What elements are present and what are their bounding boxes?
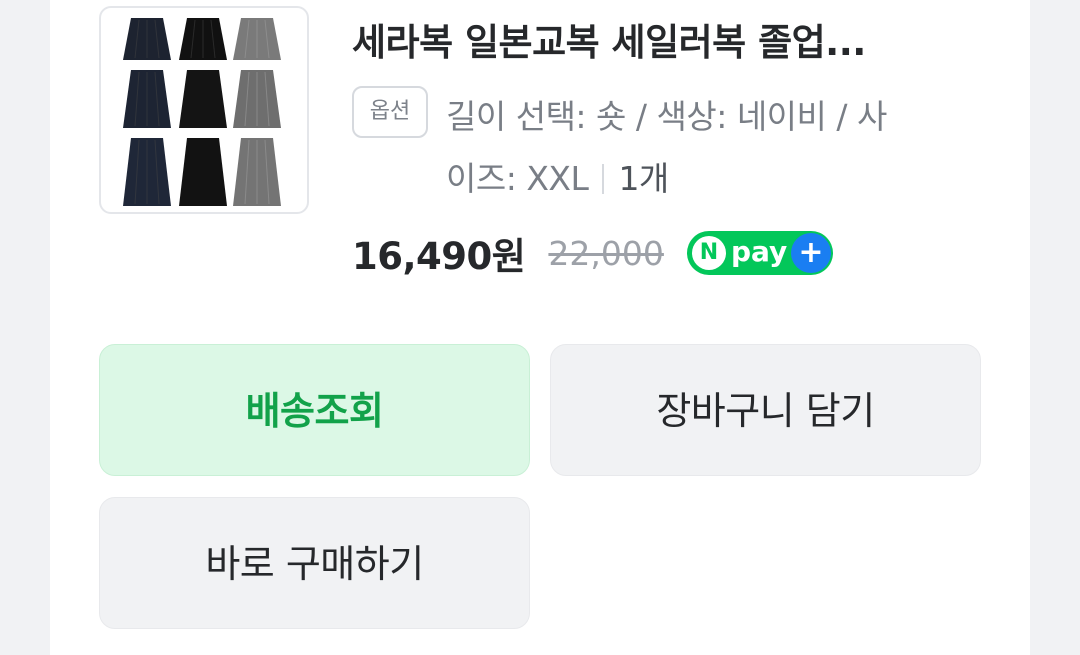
option-badge: 옵션 [352, 86, 428, 138]
npay-plus-badge: N pay + [686, 231, 833, 275]
plus-icon: + [790, 233, 831, 273]
track-delivery-button[interactable]: 배송조회 [99, 344, 530, 476]
option-line-2: 이즈: XXL [446, 159, 589, 198]
sale-price: 16,490원 [352, 235, 526, 278]
option-text: 길이 선택: 숏 / 색상: 네이비 / 사 [446, 90, 887, 138]
npay-text: pay [730, 235, 788, 268]
option-text-cont: 이즈: XXL 1개 [446, 152, 669, 200]
npay-n-icon: N [691, 236, 726, 270]
skirt-grid-image [123, 18, 281, 206]
product-title[interactable]: 세라복 일본교복 세일러복 졸업... [352, 12, 962, 66]
original-price: 22,000 [548, 233, 664, 273]
quantity: 1개 [618, 159, 669, 198]
price-row: 16,490원 22,000 N pay + [352, 226, 833, 278]
product-thumbnail[interactable] [99, 6, 309, 214]
option-line-1: 길이 선택: 숏 / 색상: 네이비 / 사 [446, 97, 887, 136]
add-to-cart-button[interactable]: 장바구니 담기 [550, 344, 981, 476]
buy-now-button[interactable]: 바로 구매하기 [99, 497, 530, 629]
divider [602, 164, 605, 194]
